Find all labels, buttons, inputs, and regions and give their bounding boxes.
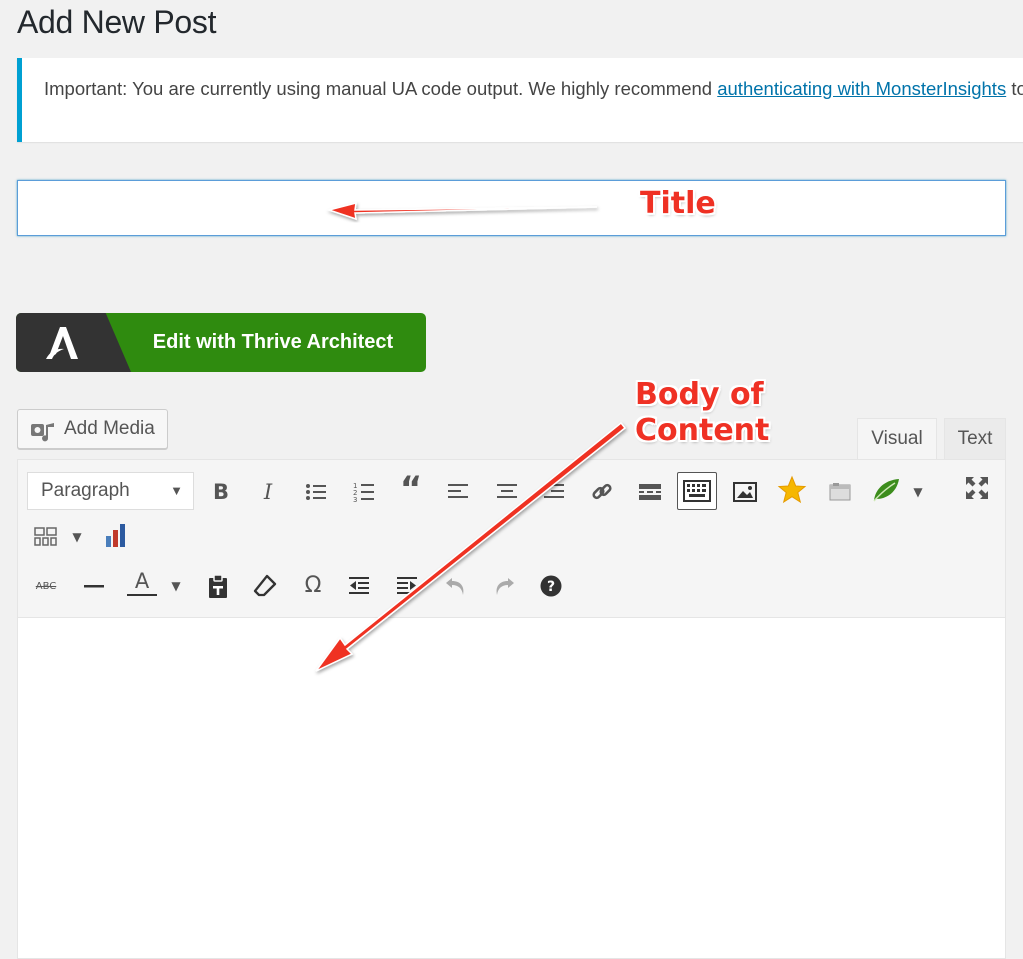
insert-link-icon[interactable]	[587, 477, 617, 507]
leaf-icon[interactable]	[871, 475, 901, 505]
clear-formatting-eraser-icon[interactable]	[250, 571, 280, 601]
align-left-icon[interactable]	[444, 477, 474, 507]
italic-button[interactable]: I	[253, 477, 283, 507]
bullet-list-icon[interactable]	[301, 477, 331, 507]
notice-text-after: to use the new reporting area and take a…	[1011, 78, 1023, 99]
indent-icon[interactable]	[393, 571, 423, 601]
title-annotation: Title	[640, 186, 716, 221]
bar-chart-icon[interactable]	[103, 520, 133, 550]
horizontal-line-icon[interactable]	[79, 571, 109, 601]
chevron-down-icon: ▼	[170, 483, 183, 498]
help-icon[interactable]: ?	[536, 571, 566, 601]
post-content-editor[interactable]	[18, 618, 1005, 958]
monsterinsights-notice: Important: You are currently using manua…	[17, 58, 1023, 142]
star-icon[interactable]	[777, 475, 807, 505]
thrive-architect-logo-icon	[16, 313, 131, 372]
body-annotation: Body of Content	[635, 377, 770, 448]
blockquote-button[interactable]: “	[396, 472, 426, 506]
page-title: Add New Post	[17, 4, 217, 40]
add-media-label: Add Media	[64, 418, 155, 439]
leaf-dropdown-chevron-down-icon[interactable]: ▼	[903, 477, 933, 507]
help-glyph: ?	[547, 579, 555, 595]
svg-text:3: 3	[353, 496, 357, 503]
text-color-chevron-down-icon[interactable]: ▼	[161, 571, 191, 601]
insert-image-icon[interactable]	[730, 477, 760, 507]
grid-layout-icon[interactable]	[31, 522, 61, 552]
toolbar-toggle-icon[interactable]	[677, 472, 717, 510]
edit-with-thrive-architect-button[interactable]: Edit with Thrive Architect	[16, 313, 426, 372]
bold-button[interactable]: B	[206, 477, 236, 507]
strikethrough-button[interactable]: ABC	[31, 571, 61, 601]
add-media-button[interactable]: Add Media	[17, 409, 168, 449]
editor-toolbar: Paragraph ▼ B I 123 “ ▼ ▼ ABC A ▼ Ω ?	[18, 460, 1005, 618]
add-media-icon	[30, 420, 56, 458]
text-color-swatch	[127, 594, 157, 596]
special-character-button[interactable]: Ω	[298, 570, 328, 600]
tab-visual[interactable]: Visual	[857, 418, 937, 460]
align-right-icon[interactable]	[539, 477, 569, 507]
notice-text-before: Important: You are currently using manua…	[44, 78, 718, 99]
undo-icon[interactable]	[441, 571, 471, 601]
numbered-list-icon[interactable]: 123	[349, 477, 379, 507]
text-color-button[interactable]: A	[127, 568, 157, 598]
read-more-icon[interactable]	[635, 477, 665, 507]
classic-editor: Paragraph ▼ B I 123 “ ▼ ▼ ABC A ▼ Ω ?	[17, 459, 1006, 959]
tab-text[interactable]: Text	[944, 418, 1006, 460]
outdent-icon[interactable]	[345, 571, 375, 601]
grid-dropdown-chevron-down-icon[interactable]: ▼	[62, 522, 92, 552]
format-select-value: Paragraph	[41, 480, 130, 501]
notice-auth-link[interactable]: authenticating with MonsterInsights	[717, 78, 1006, 99]
text-color-label: A	[134, 569, 150, 593]
shortcode-icon[interactable]	[825, 477, 855, 507]
fullscreen-icon[interactable]	[962, 473, 992, 503]
paste-as-text-icon[interactable]	[203, 571, 233, 601]
thrive-button-label: Edit with Thrive Architect	[152, 331, 394, 353]
align-center-icon[interactable]	[492, 477, 522, 507]
format-select[interactable]: Paragraph ▼	[27, 472, 194, 510]
redo-icon[interactable]	[489, 571, 519, 601]
post-title-input[interactable]	[17, 180, 1006, 236]
